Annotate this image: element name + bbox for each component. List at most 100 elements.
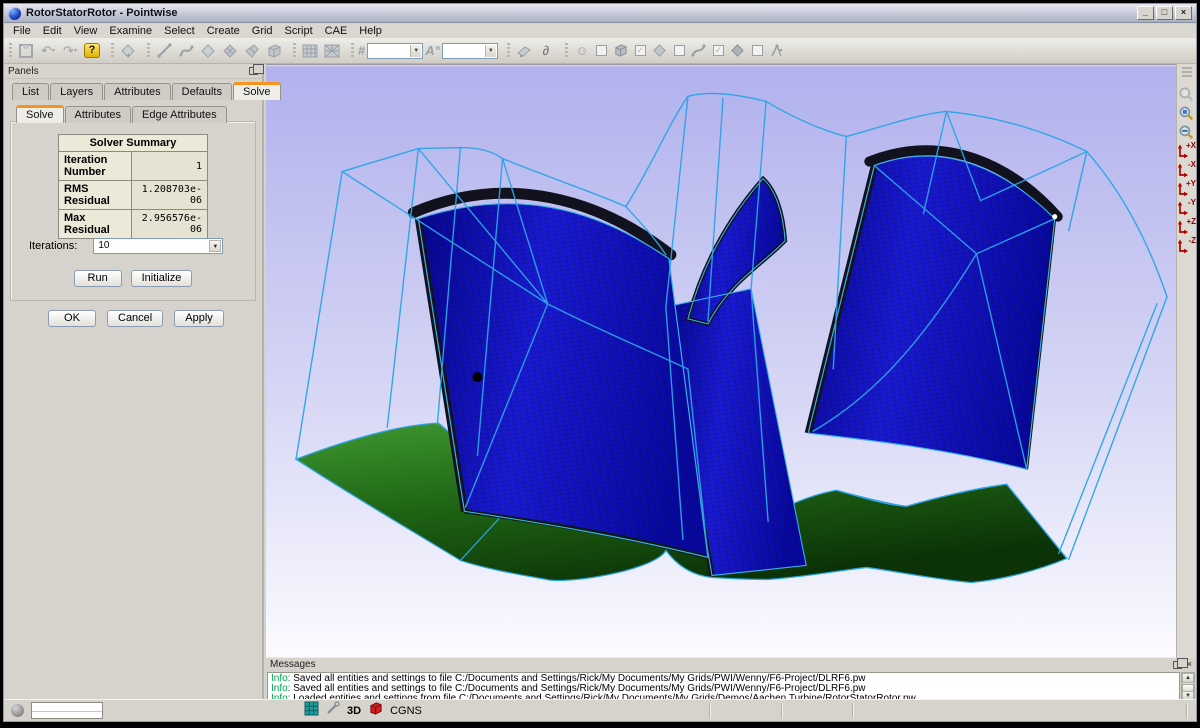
messages-title: Messages xyxy=(270,659,316,670)
menu-examine[interactable]: Examine xyxy=(103,25,158,37)
dimension-combobox[interactable]: ▼ xyxy=(367,43,423,59)
dimension-icon: # xyxy=(358,43,365,58)
undo-icon[interactable]: ↶▾ xyxy=(38,41,58,61)
menu-cae[interactable]: CAE xyxy=(319,25,354,37)
domains-checkbox[interactable] xyxy=(674,45,685,56)
menu-grid[interactable]: Grid xyxy=(246,25,279,37)
create-line-icon[interactable] xyxy=(154,41,174,61)
messages-scrollbar[interactable]: ▲ ▼ xyxy=(1181,672,1195,702)
create-point-icon[interactable]: + xyxy=(118,41,138,61)
messages-header[interactable]: Messages × xyxy=(266,658,1196,671)
panels-dock-title: Panels xyxy=(8,66,39,77)
create-extrude-icon[interactable] xyxy=(242,41,262,61)
statusbar-divider xyxy=(709,703,711,718)
selected-point-marker[interactable] xyxy=(472,372,482,382)
redo-icon[interactable]: ↷▾ xyxy=(60,41,80,61)
create-curve-icon[interactable] xyxy=(176,41,196,61)
toolbar-drag-handle[interactable] xyxy=(1182,67,1192,77)
view-plus-z-button[interactable]: +Z xyxy=(1177,218,1196,237)
zoom-box-icon[interactable] xyxy=(1177,104,1196,123)
menu-script[interactable]: Script xyxy=(279,25,319,37)
spacing-icon: A° xyxy=(425,43,440,58)
create-domain-icon[interactable] xyxy=(220,41,240,61)
subtab-edge-attributes[interactable]: Edge Attributes xyxy=(132,106,227,123)
zoom-out-icon[interactable] xyxy=(1177,123,1196,142)
float-panel-icon[interactable] xyxy=(249,67,258,75)
unstructured-grid-icon[interactable] xyxy=(322,41,342,61)
show-database-icon[interactable] xyxy=(728,41,748,61)
viewport-canvas[interactable] xyxy=(266,65,1178,659)
solve-card: Solver Summary Iteration Number 1 RMS Re… xyxy=(10,121,256,301)
panel-tabs: List Layers Attributes Defaults Solve xyxy=(12,82,282,100)
menu-create[interactable]: Create xyxy=(201,25,246,37)
iterations-label: Iterations: xyxy=(29,240,77,252)
menu-select[interactable]: Select xyxy=(158,25,201,37)
view-minus-z-button[interactable]: -Z xyxy=(1177,237,1196,256)
spacing-dropdown-arrow[interactable]: ▼ xyxy=(485,45,496,57)
iterations-dropdown-arrow[interactable]: ▼ xyxy=(209,240,221,252)
tab-attributes[interactable]: Attributes xyxy=(104,83,170,100)
float-messages-icon[interactable] xyxy=(1173,661,1182,669)
partial-derivative-icon[interactable]: ∂ xyxy=(536,41,556,61)
messages-log[interactable]: Info: Saved all entities and settings to… xyxy=(267,672,1180,702)
cancel-button[interactable]: Cancel xyxy=(107,310,163,327)
view-toolbar: +X -X +Y -Y +Z -Z xyxy=(1176,64,1196,699)
menu-view[interactable]: View xyxy=(68,25,104,37)
database-checkbox[interactable] xyxy=(752,45,763,56)
solver-summary-title: Solver Summary xyxy=(59,135,208,152)
mask-checkbox[interactable] xyxy=(596,45,607,56)
create-block-icon[interactable] xyxy=(264,41,284,61)
tab-layers[interactable]: Layers xyxy=(50,83,103,100)
view-minus-x-button[interactable]: -X xyxy=(1177,161,1196,180)
menu-file[interactable]: File xyxy=(7,25,37,37)
show-mask-icon[interactable]: ☺ xyxy=(572,41,592,61)
show-connectors-icon[interactable] xyxy=(689,41,709,61)
panels-dock: Panels List Layers Attributes Defaults S… xyxy=(4,64,264,699)
title-bar[interactable]: RotorStatorRotor - Pointwise _ □ × xyxy=(4,4,1196,23)
tab-list[interactable]: List xyxy=(12,83,49,100)
spacing-combobox[interactable]: ▼ xyxy=(442,43,498,59)
menu-edit[interactable]: Edit xyxy=(37,25,68,37)
structured-grid-icon[interactable] xyxy=(300,41,320,61)
viewport-3d[interactable] xyxy=(266,64,1178,658)
panels-dock-header[interactable]: Panels xyxy=(4,64,262,79)
view-plus-y-button[interactable]: +Y xyxy=(1177,180,1196,199)
pointwise-globe-icon xyxy=(8,7,21,20)
tab-solve[interactable]: Solve xyxy=(233,82,281,100)
initialize-button[interactable]: Initialize xyxy=(131,270,193,287)
apply-button[interactable]: Apply xyxy=(174,310,224,327)
solver-summary-table: Solver Summary Iteration Number 1 RMS Re… xyxy=(58,134,208,239)
project-icon[interactable] xyxy=(514,41,534,61)
subtab-attributes[interactable]: Attributes xyxy=(65,106,131,123)
menu-help[interactable]: Help xyxy=(353,25,388,37)
save-icon[interactable] xyxy=(16,41,36,61)
grid-mode-icon xyxy=(304,701,319,721)
view-plus-x-button[interactable]: +X xyxy=(1177,142,1196,161)
dimension-dropdown-arrow[interactable]: ▼ xyxy=(410,45,421,57)
ok-button[interactable]: OK xyxy=(48,310,96,327)
show-blocks-icon[interactable] xyxy=(611,41,631,61)
zoom-icon[interactable] xyxy=(1177,85,1196,104)
progress-field xyxy=(31,702,103,719)
create-surface-icon[interactable] xyxy=(198,41,218,61)
application-window: RotorStatorRotor - Pointwise _ □ × File … xyxy=(3,3,1197,722)
run-button[interactable]: Run xyxy=(74,270,122,287)
view-minus-y-button[interactable]: -Y xyxy=(1177,199,1196,218)
messages-panel: Messages × Info: Saved all entities and … xyxy=(266,658,1196,704)
connectors-checkbox[interactable]: ✓ xyxy=(713,45,724,56)
show-domains-icon[interactable] xyxy=(650,41,670,61)
close-button[interactable]: × xyxy=(1175,6,1192,20)
subtab-solve[interactable]: Solve xyxy=(16,105,64,123)
blocks-checkbox[interactable]: ✓ xyxy=(635,45,646,56)
show-spacings-icon[interactable] xyxy=(767,41,787,61)
statusbar-divider xyxy=(1186,703,1188,718)
table-row: Max Residual 2.956576e-06 xyxy=(59,210,208,239)
statusbar-divider xyxy=(781,703,783,718)
main-toolbar: ↶▾ ↷▾ ? + # ▼ A° ▼ ∂ ☺ xyxy=(4,38,1196,64)
iterations-combobox[interactable]: 10 ▼ xyxy=(93,238,223,254)
help-icon[interactable]: ? xyxy=(82,41,102,61)
tab-defaults[interactable]: Defaults xyxy=(172,83,232,100)
scroll-up-arrow[interactable]: ▲ xyxy=(1182,673,1194,683)
maximize-button[interactable]: □ xyxy=(1156,6,1173,20)
minimize-button[interactable]: _ xyxy=(1137,6,1154,20)
